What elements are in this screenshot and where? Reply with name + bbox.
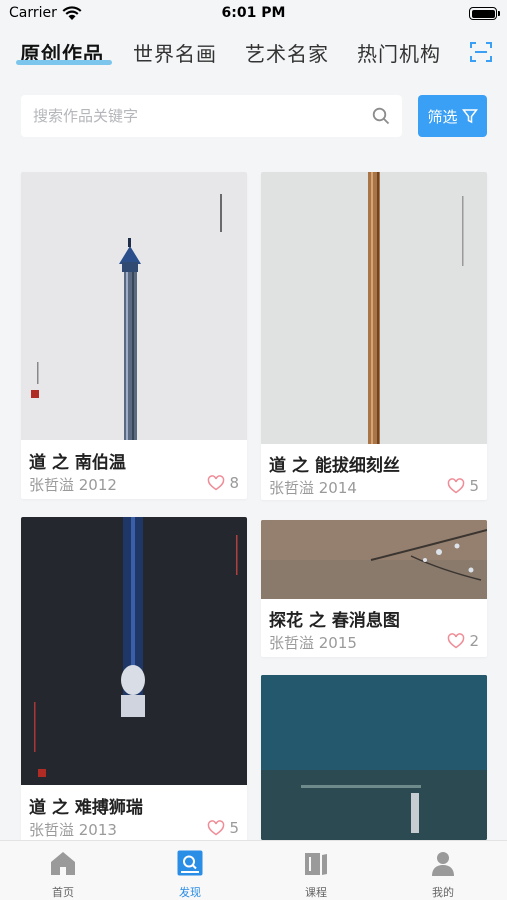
clock: 6:01 PM — [221, 5, 286, 21]
artwork-card[interactable]: 道 之 南伯温 张哲溢 2012 8 — [21, 172, 247, 499]
artwork-card[interactable]: 道 之 难搏狮瑞 张哲溢 2013 5 — [21, 517, 247, 843]
book-icon — [305, 853, 327, 875]
heart-icon — [448, 633, 465, 649]
artwork-title: 道 之 难搏狮瑞 — [29, 798, 143, 818]
like-count: 2 — [469, 632, 479, 650]
search-input[interactable] — [33, 95, 363, 137]
discover-icon — [177, 850, 203, 876]
status-bar: Carrier 6:01 PM — [0, 0, 507, 28]
artwork-artist-year: 张哲溢 2013 — [29, 821, 117, 839]
heart-icon — [208, 820, 225, 836]
artwork-image — [261, 520, 487, 599]
battery-icon — [469, 7, 500, 20]
artwork-image — [261, 675, 487, 840]
like-counter[interactable]: 2 — [447, 632, 479, 650]
like-counter[interactable]: 8 — [207, 474, 239, 492]
artwork-title: 道 之 能拔细刻丝 — [269, 456, 400, 476]
tab-label: 我的 — [432, 886, 454, 899]
tab-label: 课程 — [305, 886, 327, 899]
heart-icon — [448, 478, 465, 494]
search-icon[interactable] — [372, 107, 390, 125]
artwork-image — [21, 517, 247, 785]
filter-label: 筛选 — [427, 107, 458, 126]
artwork-artist-year: 张哲溢 2015 — [269, 634, 357, 652]
artwork-image — [261, 172, 487, 444]
heart-icon — [208, 475, 225, 491]
artwork-artist-year: 张哲溢 2014 — [269, 479, 357, 497]
active-tab-indicator — [16, 60, 112, 65]
category-tabs: 原创作品 世界名画 艺术名家 热门机构 — [0, 30, 507, 76]
artwork-card[interactable] — [261, 675, 487, 840]
like-counter[interactable]: 5 — [207, 819, 239, 837]
artwork-image — [21, 172, 247, 440]
like-count: 5 — [229, 819, 239, 837]
bottom-tab-bar: 首页 发现 课程 我的 — [0, 840, 507, 900]
artwork-title: 探花 之 春消息图 — [269, 611, 400, 631]
tab-label: 发现 — [179, 886, 201, 899]
artwork-title: 道 之 南伯温 — [29, 453, 126, 473]
artwork-card[interactable]: 道 之 能拔细刻丝 张哲溢 2014 5 — [261, 172, 487, 500]
home-icon — [51, 852, 75, 875]
artwork-card[interactable]: 探花 之 春消息图 张哲溢 2015 2 — [261, 520, 487, 657]
scan-icon[interactable] — [469, 40, 493, 64]
like-count: 8 — [229, 474, 239, 492]
tab-artists[interactable]: 艺术名家 — [245, 38, 329, 67]
tab-home[interactable]: 首页 — [0, 841, 126, 900]
tab-institutions[interactable]: 热门机构 — [357, 38, 441, 67]
tab-label: 首页 — [52, 886, 74, 899]
like-counter[interactable]: 5 — [447, 477, 479, 495]
search-box — [21, 95, 402, 137]
artwork-artist-year: 张哲溢 2012 — [29, 476, 117, 494]
tab-courses[interactable]: 课程 — [253, 841, 379, 900]
tab-mine[interactable]: 我的 — [380, 841, 506, 900]
tab-world-paintings[interactable]: 世界名画 — [133, 38, 217, 67]
user-icon — [432, 852, 454, 876]
like-count: 5 — [469, 477, 479, 495]
funnel-icon — [461, 109, 478, 124]
filter-button[interactable]: 筛选 — [418, 95, 487, 137]
tab-discover[interactable]: 发现 — [127, 841, 253, 900]
